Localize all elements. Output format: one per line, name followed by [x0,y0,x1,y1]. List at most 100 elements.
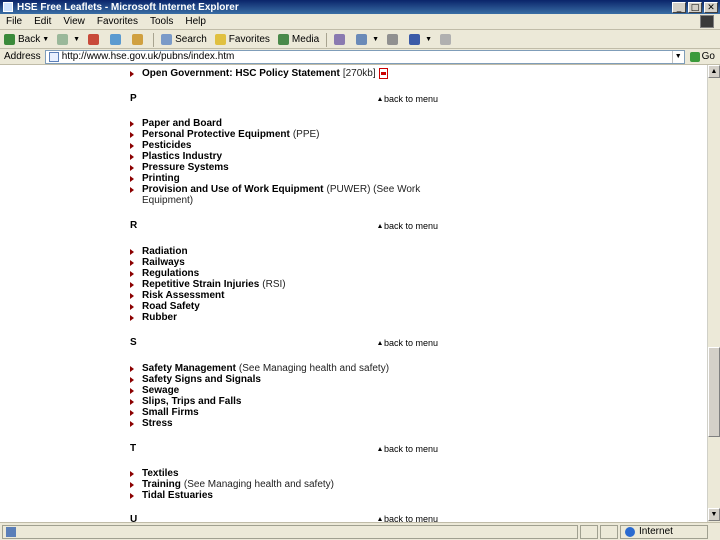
ie-icon [3,2,13,12]
leaflet-link[interactable]: Risk Assessment [142,290,224,301]
favorites-label: Favorites [228,34,270,45]
mail-button[interactable]: ▼ [352,32,383,48]
bullet-icon [130,259,134,266]
leaflet-link[interactable]: Stress [142,418,173,429]
bullet-icon [130,409,134,416]
leaflet-link[interactable]: Plastics Industry [142,151,222,162]
list-item: Sewage [130,385,179,396]
leaflet-link[interactable]: Rubber [142,312,177,323]
leaflet-link[interactable]: Open Government: HSC Policy Statement [142,68,340,79]
edit-button[interactable]: ▼ [405,32,436,48]
status-bar: Internet [0,522,720,540]
list-item: Safety Signs and Signals [130,374,261,385]
vertical-scrollbar[interactable]: ▲ ▼ [707,65,720,522]
section-letter: S [130,337,137,348]
bullet-icon [130,248,134,255]
bullet-icon [130,387,134,394]
bullet-icon [130,314,134,321]
leaflet-note: (PPE) [292,129,320,140]
back-button[interactable]: Back ▼ [0,32,53,48]
menu-file[interactable]: File [0,16,28,27]
close-button[interactable]: ✕ [704,1,718,13]
list-item: Tidal Estuaries [130,490,213,501]
leaflet-link[interactable]: Training [142,479,181,490]
title-bar: HSE Free Leaflets - Microsoft Internet E… [0,0,720,14]
bullet-icon [130,164,134,171]
leaflet-link[interactable]: Safety Signs and Signals [142,374,261,385]
leaflet-link[interactable]: Provision and Use of Work Equipment [142,184,324,195]
scroll-thumb[interactable] [708,347,720,437]
star-icon [214,34,226,45]
leaflet-note: (See Managing health and safety) [183,479,335,490]
discuss-button[interactable] [436,32,458,48]
pdf-icon[interactable] [378,68,388,79]
leaflet-link[interactable]: Textiles [142,468,179,479]
refresh-icon [110,34,122,45]
list-item: Stress [130,418,173,429]
leaflet-link[interactable]: Small Firms [142,407,199,418]
status-cell [600,524,618,539]
stop-button[interactable] [84,32,106,48]
leaflet-link[interactable]: Personal Protective Equipment [142,129,290,140]
chevron-down-icon[interactable]: ▼ [425,36,432,43]
chevron-down-icon[interactable]: ▼ [42,36,49,43]
arrow-up-icon [378,97,382,101]
bullet-icon [130,270,134,277]
resize-grip-icon[interactable] [710,525,720,539]
leaflet-link[interactable]: Tidal Estuaries [142,490,213,501]
minimize-button[interactable]: _ [672,1,686,13]
chevron-down-icon[interactable]: ▼ [671,50,684,63]
leaflet-link[interactable]: Printing [142,173,180,184]
menu-help[interactable]: Help [179,16,212,27]
page-icon [48,51,59,62]
back-to-menu-link[interactable]: back to menu [378,444,438,454]
list-item: Open Government: HSC Policy Statement [2… [130,68,388,79]
maximize-button[interactable]: □ [688,1,702,13]
print-button[interactable] [383,32,405,48]
leaflet-link[interactable]: Railways [142,257,185,268]
leaflet-link[interactable]: Pesticides [142,140,191,151]
menu-edit[interactable]: Edit [28,16,57,27]
address-box[interactable]: ▼ [44,49,685,64]
leaflet-link[interactable]: Sewage [142,385,179,396]
arrow-up-icon [378,447,382,451]
history-button[interactable] [330,32,352,48]
back-to-menu-link[interactable]: back to menu [378,94,438,104]
menu-bar: File Edit View Favorites Tools Help [0,14,720,30]
windows-logo-icon [700,15,714,28]
scroll-up-button[interactable]: ▲ [708,65,720,78]
leaflet-link[interactable]: Safety Management [142,363,236,374]
favorites-button[interactable]: Favorites [211,32,274,48]
menu-tools[interactable]: Tools [144,16,179,27]
back-to-menu-link[interactable]: back to menu [378,221,438,231]
back-to-menu-link[interactable]: back to menu [378,338,438,348]
leaflet-link[interactable]: Regulations [142,268,199,279]
go-button[interactable]: Go [685,51,720,62]
media-icon [277,34,289,45]
menu-favorites[interactable]: Favorites [91,16,144,27]
leaflet-link[interactable]: Slips, Trips and Falls [142,396,241,407]
chevron-down-icon[interactable]: ▼ [73,36,80,43]
bullet-icon [130,398,134,405]
toolbar: Back ▼ ▼ Search Favorites Media ▼ ▼ [0,31,720,49]
media-button[interactable]: Media [274,32,323,48]
scroll-down-button[interactable]: ▼ [708,508,720,521]
forward-button[interactable]: ▼ [53,32,84,48]
leaflet-link[interactable]: Paper and Board [142,118,222,129]
refresh-button[interactable] [106,32,128,48]
menu-view[interactable]: View [57,16,91,27]
address-bar: Address ▼ Go [0,49,720,65]
leaflet-link[interactable]: Pressure Systems [142,162,229,173]
history-icon [334,34,346,45]
search-button[interactable]: Search [157,32,211,48]
list-item: Training (See Managing health and safety) [130,479,334,490]
address-input[interactable] [61,51,672,62]
leaflet-link[interactable]: Radiation [142,246,188,257]
back-to-menu-link[interactable]: back to menu [378,514,438,522]
leaflet-link[interactable]: Road Safety [142,301,200,312]
chevron-down-icon[interactable]: ▼ [372,36,379,43]
media-label: Media [291,34,320,45]
leaflet-link[interactable]: Repetitive Strain Injuries [142,279,259,290]
home-button[interactable] [128,32,150,48]
list-item: Pesticides [130,140,191,151]
